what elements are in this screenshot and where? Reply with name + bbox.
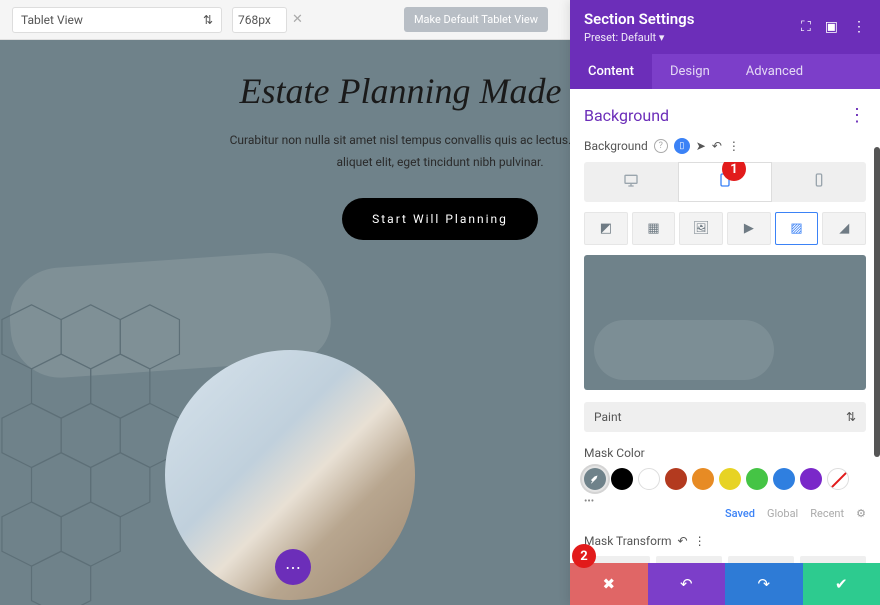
phone-icon[interactable]: ▯ (674, 138, 690, 154)
module-fab-button[interactable]: ⋯ (275, 549, 311, 585)
bg-type-pattern[interactable]: ▨ (775, 212, 819, 245)
close-icon[interactable]: ✕ (292, 12, 303, 27)
cursor-icon[interactable]: ➤ (696, 139, 706, 153)
panel-tabs: Content Design Advanced (570, 54, 880, 89)
device-select: 1 (584, 162, 866, 202)
chevron-down-icon[interactable]: ▾ (659, 31, 665, 44)
panel-body[interactable]: Background ⋮ Background ? ▯ ➤ ↶ ⋮ 1 ◩ ▦ (570, 89, 880, 605)
color-swatch-orange[interactable] (692, 468, 714, 490)
color-swatches (584, 468, 866, 490)
expand-icon[interactable]: ▣ (825, 19, 838, 35)
swatch-more-icon[interactable]: ••• (584, 496, 866, 507)
save-button[interactable]: ✔ (803, 563, 880, 605)
view-select[interactable]: Tablet View ⇅ (12, 7, 222, 33)
redo-button[interactable]: ↷ (725, 563, 803, 605)
panel-header: Section Settings Preset: Default ▾ ⛶ ▣ ⋮ (570, 0, 880, 54)
chevron-updown-icon: ⇅ (203, 13, 213, 27)
bg-type-image[interactable]: 🖼 (679, 212, 723, 245)
panel-title: Section Settings (584, 10, 694, 28)
crosshair-icon[interactable]: ⛶ (801, 19, 811, 35)
field-label: Background (584, 139, 648, 153)
annotation-badge-2: 2 (572, 544, 596, 568)
main: Estate Planning Made Easy Curabitur non … (0, 40, 880, 605)
tab-advanced[interactable]: Advanced (728, 54, 821, 89)
background-preview (584, 255, 866, 390)
color-swatch-purple[interactable] (800, 468, 822, 490)
mask-style-select[interactable]: Paint ⇅ (584, 402, 866, 432)
device-phone[interactable] (772, 162, 866, 202)
kebab-icon[interactable]: ⋮ (848, 105, 866, 126)
bg-type-video[interactable]: ▶ (727, 212, 771, 245)
bg-type-gradient[interactable]: ▦ (632, 212, 676, 245)
dots-icon: ⋯ (285, 558, 301, 577)
mask-transform-label: Mask Transform (584, 534, 672, 548)
kebab-icon[interactable]: ⋮ (728, 139, 740, 153)
background-type-row: ◩ ▦ 🖼 ▶ ▨ ◢ (584, 212, 866, 245)
background-field-row: Background ? ▯ ➤ ↶ ⋮ (584, 138, 866, 154)
undo-icon[interactable]: ↶ (678, 534, 688, 548)
select-value: Paint (594, 410, 622, 424)
color-swatch-blue[interactable] (773, 468, 795, 490)
mini-brush-stroke (594, 320, 774, 380)
color-swatch-yellow[interactable] (719, 468, 741, 490)
tab-design[interactable]: Design (652, 54, 728, 89)
color-swatch-white[interactable] (638, 468, 660, 490)
width-input[interactable] (232, 7, 287, 33)
make-default-button[interactable]: Make Default Tablet View (404, 7, 548, 32)
bg-type-mask[interactable]: ◢ (822, 212, 866, 245)
kebab-icon[interactable]: ⋮ (852, 19, 866, 35)
color-swatch-green[interactable] (746, 468, 768, 490)
color-swatch-rust[interactable] (665, 468, 687, 490)
gear-icon[interactable]: ⚙ (856, 507, 866, 520)
view-select-label: Tablet View (21, 13, 83, 27)
bg-type-color[interactable]: ◩ (584, 212, 628, 245)
swatch-global[interactable]: Global (767, 507, 798, 520)
color-picker-swatch[interactable] (584, 468, 606, 490)
mask-transform-row: Mask Transform ↶ ⋮ (584, 534, 866, 548)
undo-icon[interactable]: ↶ (712, 139, 722, 153)
panel-preset: Preset: Default ▾ (584, 31, 694, 44)
kebab-icon[interactable]: ⋮ (694, 534, 706, 548)
section-title: Background (584, 106, 669, 125)
color-swatch-none[interactable] (827, 468, 849, 490)
panel-footer: ✖ ↶ ↷ ✔ (570, 563, 880, 605)
settings-panel: Section Settings Preset: Default ▾ ⛶ ▣ ⋮… (570, 0, 880, 605)
panel-scrollbar[interactable] (874, 147, 880, 457)
cancel-button[interactable]: ✖ (570, 563, 648, 605)
tab-content[interactable]: Content (570, 54, 652, 89)
swatch-recent[interactable]: Recent (810, 507, 844, 520)
chevron-updown-icon: ⇅ (846, 410, 856, 424)
mask-color-label: Mask Color (584, 446, 866, 460)
cta-button[interactable]: Start Will Planning (342, 198, 538, 240)
undo-button[interactable]: ↶ (648, 563, 726, 605)
swatch-saved[interactable]: Saved (725, 507, 755, 520)
color-swatch-black[interactable] (611, 468, 633, 490)
help-icon[interactable]: ? (654, 139, 668, 153)
device-desktop[interactable] (584, 162, 678, 202)
width-box: ✕ (232, 7, 303, 33)
swatch-meta: Saved Global Recent ⚙ (584, 507, 866, 520)
